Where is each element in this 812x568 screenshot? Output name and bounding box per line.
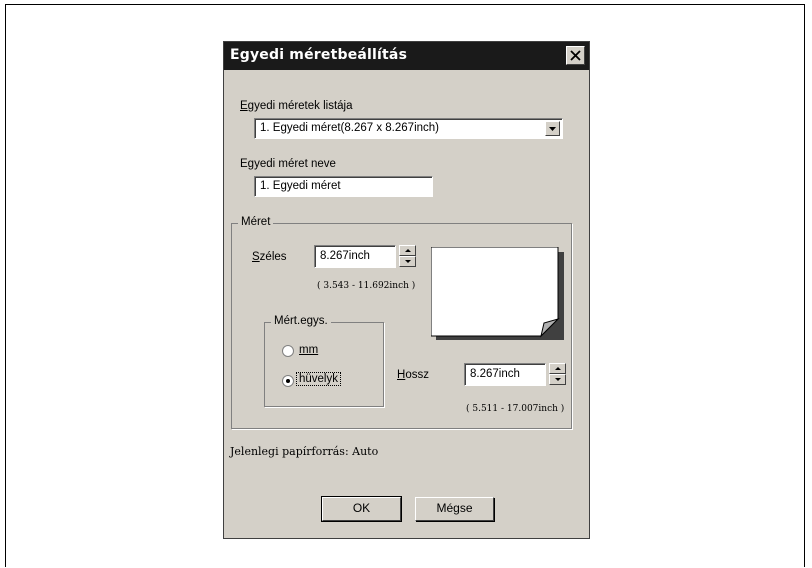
mm-label[interactable]: mm (299, 344, 318, 356)
length-range: ( 5.511 - 17.007inch ) (466, 404, 565, 414)
spin-up-icon (405, 249, 411, 252)
length-spin-down-button[interactable] (549, 374, 566, 385)
spin-up-icon (555, 367, 561, 370)
custom-size-name-label: Egyedi méret neve (240, 158, 336, 170)
custom-sizes-dropdown[interactable]: 1. Egyedi méret(8.267 x 8.267inch) (254, 118, 563, 139)
dialog-title: Egyedi méretbeállítás (230, 47, 408, 63)
length-spinner[interactable] (549, 363, 566, 385)
width-spinner[interactable] (399, 245, 416, 267)
width-input[interactable]: 8.267inch (314, 245, 396, 268)
length-value: 8.267inch (470, 368, 520, 380)
custom-sizes-selected-value: 1. Egyedi méret(8.267 x 8.267inch) (260, 122, 439, 134)
paper-preview-icon (431, 247, 564, 340)
custom-sizes-list-label: Egyedi méretek listája (240, 100, 353, 112)
length-label: Hossz (397, 369, 429, 381)
inch-label[interactable]: hüvelyk (296, 372, 341, 386)
close-icon (570, 50, 581, 61)
mm-radio[interactable] (282, 345, 294, 357)
dropdown-button[interactable] (545, 121, 560, 136)
width-label: Széles (252, 251, 287, 263)
spin-down-icon (405, 260, 411, 263)
ok-button[interactable]: OK (321, 496, 402, 522)
spin-down-icon (555, 378, 561, 381)
width-spin-up-button[interactable] (399, 245, 416, 256)
custom-size-name-input[interactable]: 1. Egyedi méret (254, 176, 433, 197)
paper-source-status: Jelenlegi papírforrás: Auto (230, 445, 379, 458)
inch-radio[interactable] (282, 375, 294, 387)
cancel-button[interactable]: Mégse (415, 497, 494, 521)
custom-size-name-value: 1. Egyedi méret (260, 180, 341, 192)
chevron-down-icon (549, 127, 556, 131)
length-spin-up-button[interactable] (549, 363, 566, 374)
size-group-title: Méret (238, 216, 274, 228)
width-range: ( 3.543 - 11.692inch ) (317, 281, 416, 291)
radio-selected-dot (286, 379, 290, 383)
width-value: 8.267inch (320, 250, 370, 262)
width-spin-down-button[interactable] (399, 256, 416, 267)
units-group: Mért.egys. (264, 315, 384, 407)
units-group-title: Mért.egys. (271, 315, 331, 327)
length-input[interactable]: 8.267inch (464, 363, 546, 386)
close-button[interactable] (566, 46, 585, 65)
title-bar: Egyedi méretbeállítás (224, 42, 589, 70)
